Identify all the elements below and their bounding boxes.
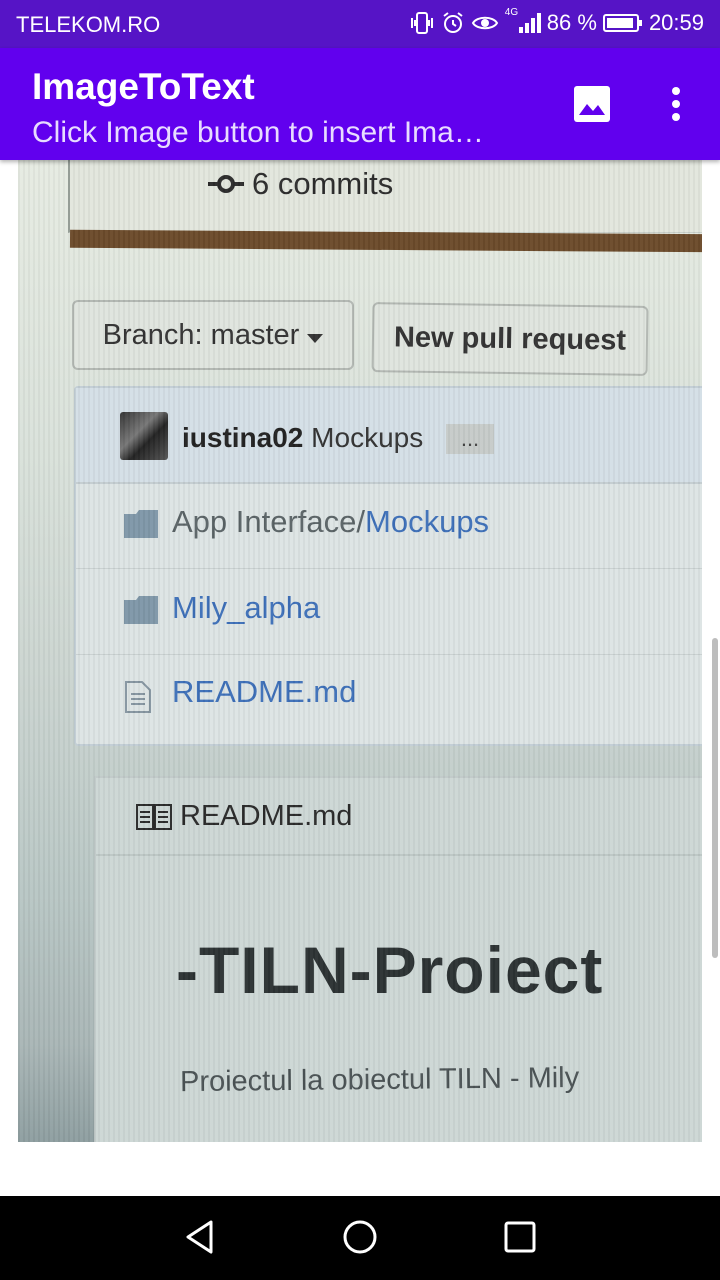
navigation-bar [0, 1196, 720, 1280]
photo-new-pull-request-button: New pull request [371, 302, 649, 376]
app-bar: ImageToText Click Image button to insert… [0, 48, 720, 160]
status-icons: 4G 86 % 20:59 [409, 7, 704, 36]
file-name-link: Mily_alpha [172, 590, 321, 625]
file-icon [124, 680, 152, 719]
content-area[interactable]: 6 commits Branch: master New pull reques… [0, 160, 720, 1196]
image-icon [573, 85, 611, 128]
more-vert-icon [671, 86, 681, 126]
commit-user: iustina02 [182, 422, 304, 453]
readme-header-label: README.md [180, 800, 353, 832]
eye-icon [471, 12, 499, 34]
photo-file-row: App Interface/Mockups [76, 484, 702, 569]
carrier-name: TELEKOM.RO [16, 12, 161, 37]
scrollbar[interactable] [712, 638, 718, 958]
file-name-link: Mockups [365, 504, 490, 539]
network-type: 4G [504, 7, 519, 18]
photo-latest-commit: iustina02 Mockups ... [76, 388, 702, 484]
recents-button[interactable] [495, 1214, 545, 1264]
overflow-menu-button[interactable] [652, 80, 700, 132]
commit-icon [208, 166, 244, 202]
file-name: Mily_alpha [172, 590, 320, 626]
new-pull-request-label: New pull request [393, 320, 627, 357]
readme-title: -TILN-Proiect [176, 933, 604, 1007]
commit-message: Mockups [311, 422, 424, 453]
avatar [120, 412, 168, 460]
app-subtitle: Click Image button to insert Ima… [32, 116, 484, 149]
home-button[interactable] [335, 1214, 385, 1264]
photo-language-bar [69, 229, 702, 253]
status-bar: TELEKOM.RO 4G 86 % 20:59 [0, 0, 720, 48]
recents-icon [504, 1221, 536, 1258]
readme-description: Proiectul la obiectul TILN - Mily [179, 1061, 580, 1099]
commit-text: iustina02 Mockups [182, 422, 423, 454]
commit-more: ... [446, 424, 494, 454]
book-icon [136, 804, 172, 835]
back-button[interactable] [175, 1214, 225, 1264]
battery-icon [602, 12, 643, 34]
branch-label: Branch: master [102, 318, 300, 351]
app-title: ImageToText [32, 66, 255, 107]
folder-icon [124, 510, 158, 543]
signal-icon: 4G [505, 7, 541, 35]
photo-commits: 6 commits [208, 166, 393, 202]
file-name: App Interface/Mockups [172, 504, 489, 540]
battery-percent: 86 % [546, 10, 597, 35]
photo-file-row: Mily_alpha [76, 570, 702, 655]
alarm-icon [441, 11, 465, 35]
vibrate-icon [409, 11, 435, 35]
insert-image-button[interactable] [566, 80, 618, 132]
folder-icon [124, 596, 158, 629]
photo-file-row: README.md [76, 654, 702, 738]
file-name-prefix: App Interface/ [172, 504, 366, 539]
back-icon [185, 1220, 215, 1259]
home-icon [342, 1219, 378, 1260]
commits-label: 6 commits [252, 166, 394, 201]
file-name-link: README.md [172, 674, 357, 709]
clock: 20:59 [648, 10, 704, 35]
caret-down-icon [307, 319, 324, 352]
photo-file-list: iustina02 Mockups ... App Interface/Mock… [74, 386, 702, 746]
file-name: README.md [172, 674, 356, 710]
photo-branch-button: Branch: master [72, 300, 354, 370]
inserted-photo: 6 commits Branch: master New pull reques… [18, 160, 702, 1142]
readme-header: README.md [96, 778, 702, 856]
